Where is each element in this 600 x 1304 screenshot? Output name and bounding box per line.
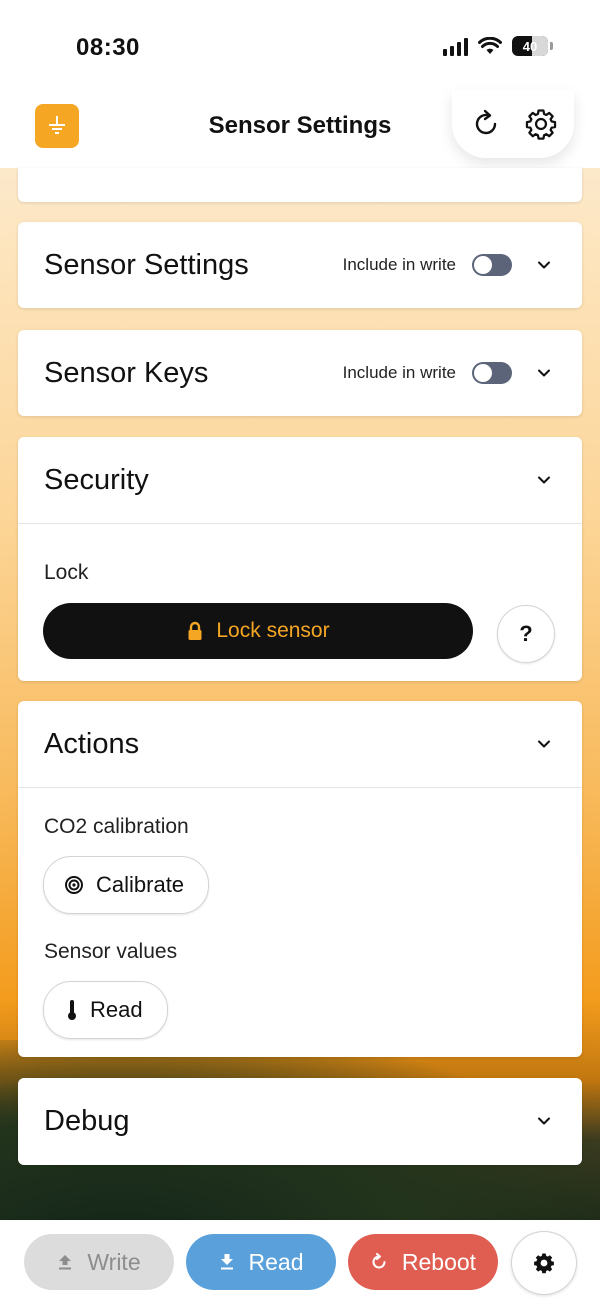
header-actions <box>452 90 574 158</box>
refresh-button[interactable] <box>464 102 508 146</box>
gear-icon <box>534 1253 554 1274</box>
app-bar: Sensor Settings <box>0 90 600 168</box>
sensor-settings-card: Sensor Settings Include in write <box>18 222 582 308</box>
security-header[interactable]: Security <box>18 437 582 523</box>
reboot-button[interactable]: Reboot <box>348 1234 498 1290</box>
include-in-write-label: Include in write <box>342 363 456 382</box>
read-sensor-values-button[interactable]: Read <box>43 981 168 1039</box>
sensor-values-label: Sensor values <box>44 940 178 963</box>
chevron-down-icon[interactable] <box>536 736 552 752</box>
lock-sensor-label: Lock sensor <box>216 619 330 642</box>
reboot-label: Reboot <box>401 1248 477 1275</box>
divider <box>18 523 582 524</box>
lock-icon <box>188 621 202 640</box>
status-time: 08:30 <box>76 34 140 61</box>
calibrate-label: Calibrate <box>96 872 185 897</box>
actions-header[interactable]: Actions <box>18 701 582 787</box>
lock-sensor-button[interactable]: Lock sensor <box>43 603 473 659</box>
read-sensor-values-label: Read <box>90 997 143 1022</box>
bottom-settings-button[interactable] <box>511 1231 577 1295</box>
download-icon <box>220 1254 233 1270</box>
sensor-keys-title: Sensor Keys <box>44 356 209 389</box>
actions-title: Actions <box>44 727 140 760</box>
lock-label: Lock <box>44 561 89 584</box>
sensor-settings-title: Sensor Settings <box>44 248 249 281</box>
upload-icon <box>59 1255 72 1270</box>
cellular-signal-icon <box>443 36 468 56</box>
sensor-keys-include-toggle[interactable] <box>472 362 512 384</box>
thermometer-icon <box>68 1000 76 1020</box>
include-in-write-label: Include in write <box>342 255 456 274</box>
settings-button[interactable] <box>519 102 563 146</box>
status-icons: 40 <box>443 36 553 56</box>
write-label: Write <box>87 1248 141 1275</box>
read-label: Read <box>248 1248 304 1275</box>
divider <box>18 787 582 788</box>
calibrate-button[interactable]: Calibrate <box>43 856 210 914</box>
battery-level: 40 <box>522 38 538 54</box>
co2-calibration-label: CO2 calibration <box>44 815 189 838</box>
chevron-down-icon[interactable] <box>536 365 552 381</box>
battery-icon: 40 <box>512 36 553 56</box>
bottom-action-bar: Write Read Reboot <box>0 1220 600 1304</box>
wifi-icon <box>478 37 502 54</box>
restart-icon <box>372 1253 386 1269</box>
hidden-card <box>18 168 582 202</box>
read-button[interactable]: Read <box>186 1234 336 1290</box>
status-bar: 08:30 40 <box>0 0 600 90</box>
write-button[interactable]: Write <box>24 1234 174 1290</box>
sensor-settings-include-toggle[interactable] <box>472 254 512 276</box>
chevron-down-icon[interactable] <box>536 1113 552 1129</box>
security-title: Security <box>44 463 149 496</box>
sensor-settings-header[interactable]: Sensor Settings Include in write <box>18 222 582 308</box>
debug-card: Debug <box>18 1078 582 1165</box>
sensor-keys-card: Sensor Keys Include in write <box>18 330 582 416</box>
gear-icon <box>525 109 556 140</box>
actions-card: Actions CO2 calibration Calibrate Sensor… <box>18 701 582 1057</box>
debug-title: Debug <box>44 1104 130 1137</box>
chevron-down-icon[interactable] <box>536 257 552 273</box>
target-icon <box>65 876 83 894</box>
sensor-keys-header[interactable]: Sensor Keys Include in write <box>18 330 582 416</box>
chevron-down-icon[interactable] <box>536 472 552 488</box>
security-card: Security Lock Lock sensor ? <box>18 437 582 681</box>
refresh-icon <box>475 109 496 135</box>
lock-help-button[interactable]: ? <box>497 605 555 663</box>
debug-header[interactable]: Debug <box>18 1078 582 1164</box>
